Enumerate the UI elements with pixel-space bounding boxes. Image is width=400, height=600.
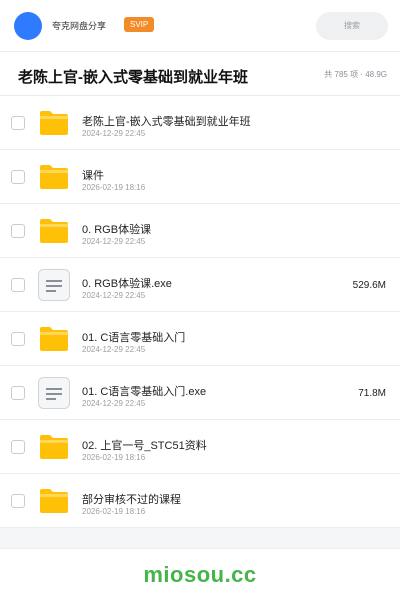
item-name: 老陈上官-嵌入式零基础到就业年班 xyxy=(82,116,251,128)
item-date: 2024-12-29 22:45 xyxy=(82,345,146,354)
folder-icon xyxy=(38,485,70,517)
list-item[interactable]: 部分审核不过的课程 2026-02-19 18:16 xyxy=(0,474,400,528)
item-date: 2024-12-29 22:45 xyxy=(82,399,146,408)
top-bar: 夸克网盘分享 SVIP 搜索 xyxy=(0,0,400,52)
share-header: 老陈上官-嵌入式零基础到就业年班 共 785 项 · 48.9G xyxy=(0,52,400,96)
select-checkbox[interactable] xyxy=(11,332,25,346)
item-name: 02. 上官一号_STC51资料 xyxy=(82,440,207,452)
select-checkbox[interactable] xyxy=(11,386,25,400)
list-item[interactable]: 课件 2026-02-19 18:16 xyxy=(0,150,400,204)
list-item[interactable]: 老陈上官-嵌入式零基础到就业年班 2024-12-29 22:45 xyxy=(0,96,400,150)
list-item[interactable]: 01. C语言零基础入门 2024-12-29 22:45 xyxy=(0,312,400,366)
footer: miosou.cc xyxy=(0,548,400,600)
folder-icon xyxy=(38,161,70,193)
site-name: 夸克网盘分享 xyxy=(52,21,107,31)
item-date: 2024-12-29 22:45 xyxy=(82,291,146,300)
list-item[interactable]: 0. RGB体验课 2024-12-29 22:45 xyxy=(0,204,400,258)
item-size: 529.6M xyxy=(352,280,386,291)
select-checkbox[interactable] xyxy=(11,224,25,238)
svip-badge: SVIP xyxy=(124,17,155,32)
select-checkbox[interactable] xyxy=(11,440,25,454)
item-name: 0. RGB体验课 xyxy=(82,224,152,236)
folder-icon xyxy=(38,107,70,139)
item-date: 2026-02-19 18:16 xyxy=(82,183,146,192)
search-input[interactable]: 搜索 xyxy=(316,12,388,40)
item-name: 01. C语言零基础入门 xyxy=(82,332,186,344)
watermark: miosou.cc xyxy=(143,562,257,587)
folder-icon xyxy=(38,431,70,463)
page-title: 老陈上官-嵌入式零基础到就业年班 xyxy=(18,69,248,86)
item-name: 部分审核不过的课程 xyxy=(82,494,181,506)
select-checkbox[interactable] xyxy=(11,278,25,292)
list-item[interactable]: 01. C语言零基础入门.exe 2024-12-29 22:45 71.8M xyxy=(0,366,400,420)
item-date: 2024-12-29 22:45 xyxy=(82,129,146,138)
folder-icon xyxy=(38,323,70,355)
file-icon xyxy=(38,269,70,301)
file-icon xyxy=(38,377,70,409)
select-checkbox[interactable] xyxy=(11,116,25,130)
select-checkbox[interactable] xyxy=(11,170,25,184)
list-item[interactable]: 02. 上官一号_STC51资料 2026-02-19 18:16 xyxy=(0,420,400,474)
item-name: 0. RGB体验课.exe xyxy=(82,278,172,290)
item-date: 2026-02-19 18:16 xyxy=(82,507,146,516)
item-date: 2026-02-19 18:16 xyxy=(82,453,146,462)
avatar[interactable] xyxy=(14,12,42,40)
item-date: 2024-12-29 22:45 xyxy=(82,237,146,246)
select-checkbox[interactable] xyxy=(11,494,25,508)
share-summary: 共 785 项 · 48.9G xyxy=(324,70,387,79)
folder-icon xyxy=(38,215,70,247)
item-name: 课件 xyxy=(82,170,104,182)
item-name: 01. C语言零基础入门.exe xyxy=(82,386,207,398)
file-list: 老陈上官-嵌入式零基础到就业年班 2024-12-29 22:45 课件 202… xyxy=(0,96,400,528)
list-item[interactable]: 0. RGB体验课.exe 2024-12-29 22:45 529.6M xyxy=(0,258,400,312)
item-size: 71.8M xyxy=(358,388,386,399)
